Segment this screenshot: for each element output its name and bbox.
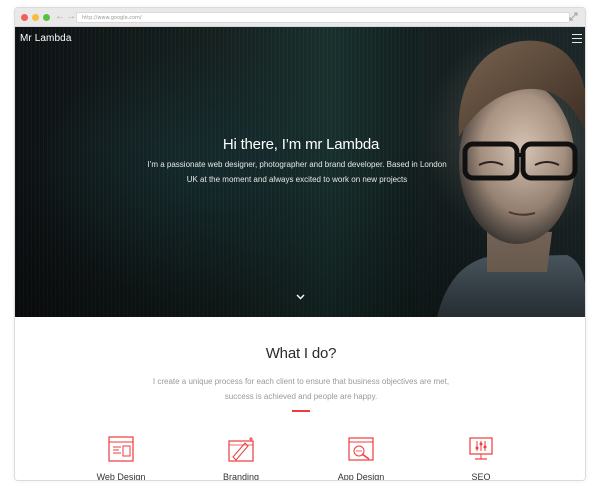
service-seo[interactable]: SEO (431, 435, 531, 481)
forward-arrow-icon[interactable]: → (66, 11, 76, 23)
app-design-icon (348, 437, 374, 461)
hero-subtitle-line-1: I’m a passionate web designer, photograp… (147, 160, 447, 169)
hero-section: Mr Lambda Hi there, I’m mr Lambda I’m a … (15, 27, 585, 317)
section-title: What I do? (265, 345, 337, 362)
service-web-design[interactable]: Web Design (71, 435, 171, 481)
back-arrow-icon[interactable]: ← (55, 11, 65, 23)
accent-divider (292, 410, 310, 412)
hero-title: Hi there, I’m mr Lambda (222, 136, 380, 153)
service-branding[interactable]: Branding (191, 435, 291, 481)
hamburger-menu-icon[interactable] (572, 34, 582, 43)
service-label: SEO (471, 472, 491, 481)
site-logo[interactable]: Mr Lambda (20, 33, 71, 44)
section-description-line-2: success is achieved and people are happy… (224, 392, 378, 401)
section-description-line-1: I create a unique process for each clien… (152, 377, 450, 386)
address-bar[interactable]: http://www.google.com/ (76, 12, 570, 23)
service-label: Branding (222, 472, 260, 481)
service-app-design[interactable]: App Design (311, 435, 411, 481)
minimize-window-button[interactable] (32, 14, 39, 21)
expand-icon[interactable] (569, 12, 578, 21)
branding-icon (228, 437, 254, 462)
browser-toolbar: ← → http://www.google.com/ (15, 8, 585, 27)
what-i-do-section: What I do? I create a unique process for… (15, 317, 585, 481)
section-description: I create a unique process for each clien… (15, 374, 585, 404)
seo-icon (469, 437, 493, 460)
service-label: Web Design (96, 472, 146, 481)
chevron-down-icon[interactable] (296, 294, 305, 300)
hero-subtitle-line-2: UK at the moment and always excited to w… (186, 175, 408, 184)
browser-window: ← → http://www.google.com/ Mr Lambda Hi … (14, 7, 586, 481)
service-label: App Design (337, 472, 385, 481)
maximize-window-button[interactable] (43, 14, 50, 21)
hero-subtitle: I’m a passionate web designer, photograp… (147, 157, 447, 187)
web-design-icon (108, 436, 134, 462)
close-window-button[interactable] (21, 14, 28, 21)
